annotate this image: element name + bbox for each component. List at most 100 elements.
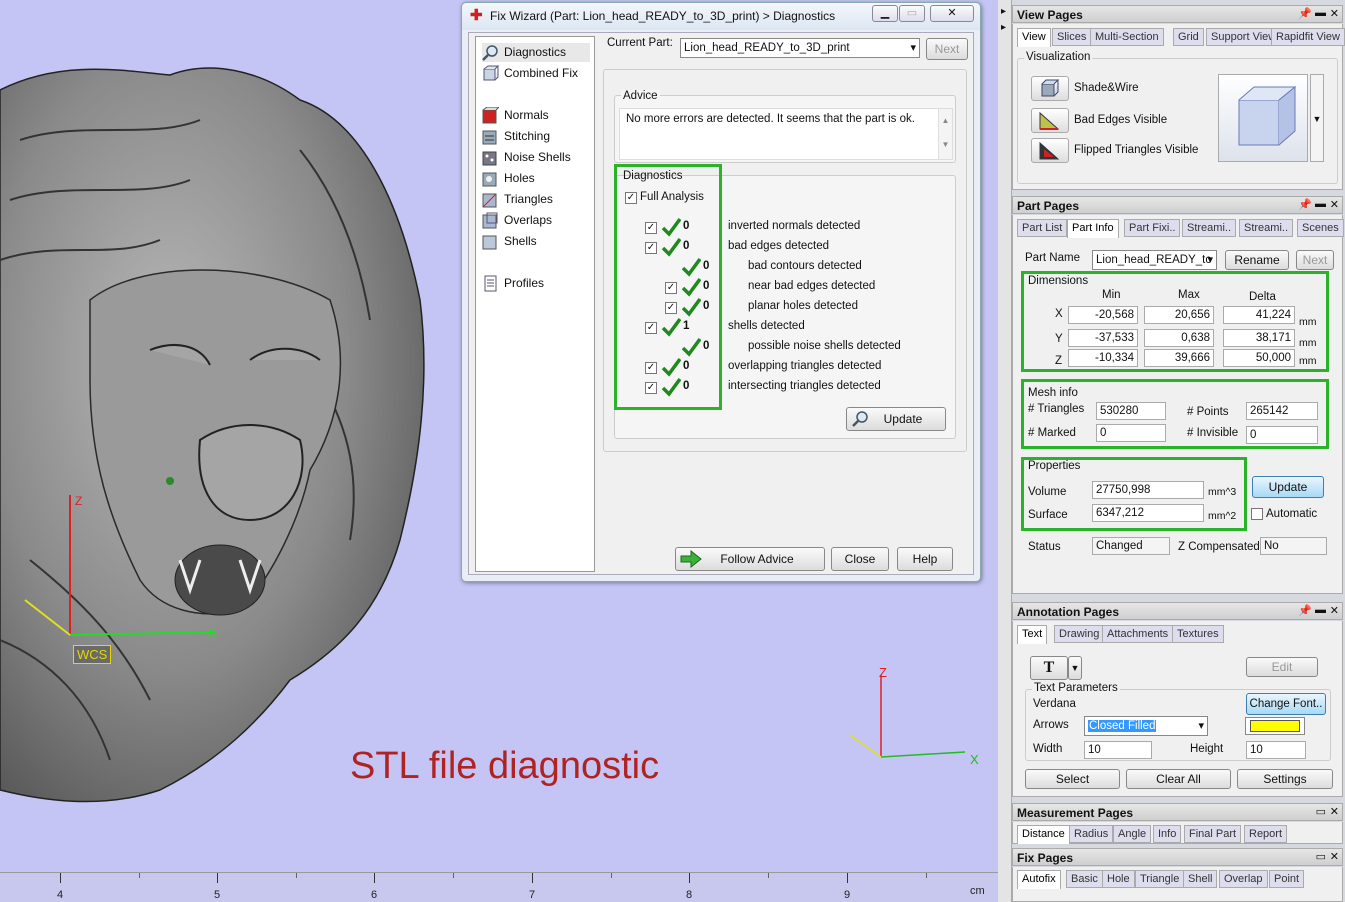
nav-item-profiles[interactable]: Profiles: [482, 274, 544, 293]
nav-item-diagnostics[interactable]: Diagnostics: [482, 43, 590, 62]
arrows-select[interactable]: Closed Filled: [1084, 716, 1208, 736]
measurement-pages-header[interactable]: Measurement Pages ▭ ✕: [1012, 803, 1343, 821]
shells-checkbox[interactable]: ✓: [645, 322, 657, 334]
restore-icon[interactable]: ▭: [1316, 805, 1326, 818]
change-font-button[interactable]: Change Font..: [1246, 693, 1326, 715]
rename-button[interactable]: Rename: [1225, 250, 1289, 270]
pin-icon[interactable]: 📌: [1298, 198, 1312, 211]
properties-update-button[interactable]: Update: [1252, 476, 1324, 498]
minimize-icon[interactable]: ▬: [1315, 198, 1326, 210]
flipped-triangles-button[interactable]: [1031, 138, 1069, 163]
tab-angle[interactable]: Angle: [1113, 825, 1152, 843]
pin-arrow-icon[interactable]: ▸: [1001, 6, 1006, 17]
text-tool-dropdown[interactable]: ▼: [1068, 656, 1082, 680]
tab-view[interactable]: View: [1017, 28, 1051, 47]
nav-item-holes[interactable]: Holes: [482, 169, 535, 188]
bad-edges-button[interactable]: [1031, 108, 1069, 133]
advice-scrollbar[interactable]: ▲ ▼: [938, 108, 953, 160]
nav-item-shells[interactable]: Shells: [482, 232, 537, 251]
select-button[interactable]: Select: [1025, 769, 1120, 789]
planar-holes-checkbox[interactable]: ✓: [665, 302, 677, 314]
nav-item-triangles[interactable]: Triangles: [482, 190, 553, 209]
tab-support-view[interactable]: Support View: [1206, 28, 1282, 46]
tab-basic[interactable]: Basic: [1066, 870, 1103, 888]
tab-grid[interactable]: Grid: [1173, 28, 1204, 46]
tab-radius[interactable]: Radius: [1069, 825, 1114, 843]
tab-report[interactable]: Report: [1244, 825, 1288, 843]
close-icon[interactable]: ✕: [1330, 198, 1339, 211]
next-button[interactable]: Next: [926, 38, 968, 60]
current-part-select[interactable]: Lion_head_READY_to_3D_print: [680, 38, 920, 58]
tab-slices[interactable]: Slices: [1052, 28, 1092, 46]
diagnostics-update-button[interactable]: Update: [846, 407, 946, 431]
tab-textures[interactable]: Textures: [1172, 625, 1224, 643]
inverted-normals-checkbox[interactable]: ✓: [645, 222, 657, 234]
fix-pages-header[interactable]: Fix Pages ▭ ✕: [1012, 848, 1343, 866]
edit-button[interactable]: Edit: [1246, 657, 1318, 677]
tab-part-list[interactable]: Part List: [1017, 219, 1068, 237]
color-picker[interactable]: [1245, 717, 1305, 735]
tab-final-part[interactable]: Final Part: [1184, 825, 1242, 843]
nav-item-stitching[interactable]: Stitching: [482, 127, 550, 146]
full-analysis-checkbox[interactable]: ✓: [625, 192, 637, 204]
tab-scenes[interactable]: Scenes: [1297, 219, 1344, 237]
minimize-icon[interactable]: ▬: [1315, 7, 1326, 19]
maximize-button[interactable]: ▭: [899, 5, 925, 22]
pin-icon[interactable]: 📌: [1298, 604, 1312, 617]
part-next-button[interactable]: Next: [1296, 250, 1334, 270]
tab-multi-section[interactable]: Multi-Section: [1090, 28, 1164, 46]
annotation-pages-header[interactable]: Annotation Pages 📌 ▬ ✕: [1012, 602, 1343, 620]
tab-distance[interactable]: Distance: [1017, 825, 1070, 844]
automatic-checkbox[interactable]: [1251, 508, 1263, 520]
nav-item-overlaps[interactable]: Overlaps: [482, 211, 552, 230]
tab-hole[interactable]: Hole: [1102, 870, 1135, 888]
minimize-icon[interactable]: ▬: [1315, 604, 1326, 616]
height-input[interactable]: 10: [1246, 741, 1306, 759]
close-icon[interactable]: ✕: [1330, 805, 1339, 818]
pin-icon[interactable]: 📌: [1298, 7, 1312, 20]
settings-button[interactable]: Settings: [1237, 769, 1333, 789]
dialog-titlebar[interactable]: ✚ Fix Wizard (Part: Lion_head_READY_to_3…: [462, 3, 980, 30]
nav-item-noise-shells[interactable]: Noise Shells: [482, 148, 571, 167]
pin-arrow-icon[interactable]: ▸: [1001, 22, 1006, 33]
follow-advice-button[interactable]: Follow Advice: [675, 547, 825, 571]
tab-part-info[interactable]: Part Info: [1067, 219, 1119, 238]
tab-attachments[interactable]: Attachments: [1102, 625, 1174, 643]
tab-point[interactable]: Point: [1269, 870, 1305, 888]
clear-all-button[interactable]: Clear All: [1126, 769, 1231, 789]
shade-wire-button[interactable]: [1031, 76, 1069, 101]
tab-info[interactable]: Info: [1153, 825, 1182, 843]
tab-autofix[interactable]: Autofix: [1017, 870, 1061, 889]
restore-icon[interactable]: ▭: [1316, 850, 1326, 863]
view-cube-dropdown[interactable]: ▼: [1310, 74, 1324, 162]
nav-item-normals[interactable]: Normals: [482, 106, 549, 125]
width-input[interactable]: 10: [1084, 741, 1152, 759]
help-button[interactable]: Help: [897, 547, 953, 571]
tab-overlap[interactable]: Overlap: [1219, 870, 1268, 888]
close-icon[interactable]: ✕: [1330, 604, 1339, 617]
part-pages-header[interactable]: Part Pages 📌 ▬ ✕: [1012, 196, 1343, 214]
intersecting-checkbox[interactable]: ✓: [645, 382, 657, 394]
bad-edges-checkbox[interactable]: ✓: [645, 242, 657, 254]
close-button[interactable]: Close: [831, 547, 889, 571]
overlapping-checkbox[interactable]: ✓: [645, 362, 657, 374]
check-icon: [661, 217, 681, 237]
tab-part-fixing[interactable]: Part Fixi..: [1124, 219, 1181, 237]
minimize-button[interactable]: ▁: [872, 5, 898, 22]
tab-drawing[interactable]: Drawing: [1054, 625, 1105, 643]
tab-shell[interactable]: Shell: [1183, 870, 1218, 888]
close-icon[interactable]: ✕: [1330, 7, 1339, 20]
tab-text[interactable]: Text: [1017, 625, 1048, 644]
tab-triangle[interactable]: Triangle: [1135, 870, 1185, 888]
close-icon[interactable]: ✕: [1330, 850, 1339, 863]
tab-rapidfit-view[interactable]: Rapidfit View: [1271, 28, 1345, 46]
tab-streaming-2[interactable]: Streami..: [1239, 219, 1294, 237]
nav-item-combined-fix[interactable]: Combined Fix: [482, 64, 578, 83]
near-bad-edges-checkbox[interactable]: ✓: [665, 282, 677, 294]
view-cube[interactable]: [1218, 74, 1308, 162]
view-pages-header[interactable]: View Pages 📌 ▬ ✕: [1012, 5, 1343, 23]
tab-streaming-1[interactable]: Streami..: [1182, 219, 1237, 237]
part-name-select[interactable]: Lion_head_READY_tc: [1092, 250, 1217, 270]
text-tool-button[interactable]: T: [1030, 656, 1068, 680]
close-window-button[interactable]: ✕: [930, 5, 974, 22]
